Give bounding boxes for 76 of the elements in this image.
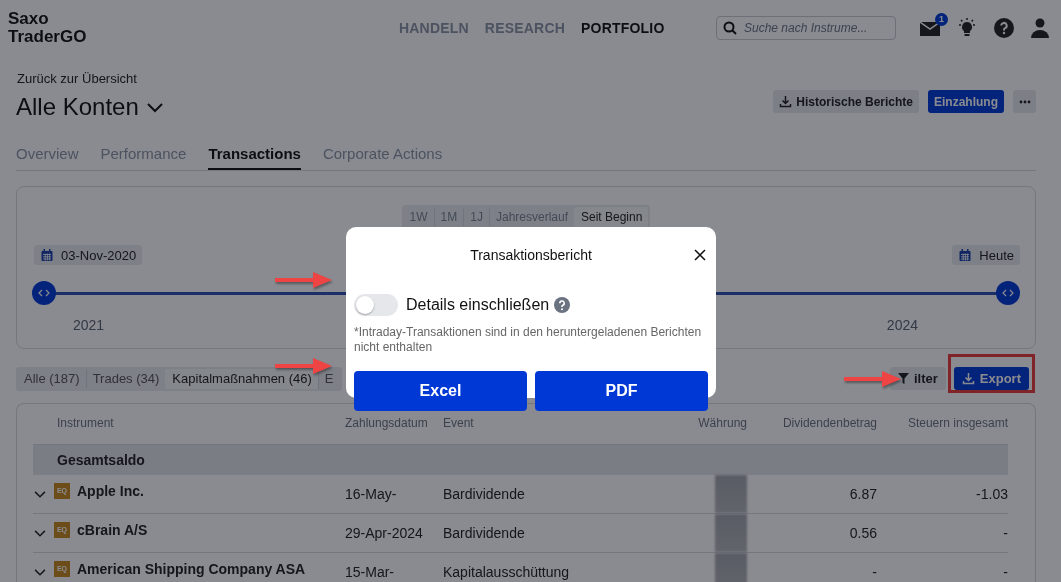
filter-tab[interactable]: Kapitalmaßnahmen (46) <box>165 368 318 389</box>
tab[interactable]: Overview <box>16 144 79 170</box>
help-icon[interactable] <box>994 17 1014 38</box>
date-chip[interactable]: 03-Nov-2020 <box>34 245 143 265</box>
code-arrows-icon <box>38 289 50 297</box>
help-icon <box>554 297 571 313</box>
table-cell-text: 16-May- <box>345 486 398 502</box>
table-cell-text: -1.03 <box>975 486 1008 502</box>
tab[interactable]: Performance <box>100 144 187 170</box>
table-cell-text: 0.56 <box>848 525 877 541</box>
more-button[interactable] <box>1013 90 1036 113</box>
redacted-block <box>715 475 747 513</box>
dialog-title: Transaktionsbericht <box>470 247 592 263</box>
table-cell-text: 15-Mar- <box>345 564 395 580</box>
slider-handle[interactable] <box>996 281 1020 305</box>
instrument-name: American Shipping Company ASA <box>77 561 306 577</box>
callout-arrow <box>274 270 334 290</box>
column-header: Event <box>443 416 475 432</box>
column-header: Steuern insgesamt <box>906 416 1008 432</box>
logo: Saxo TraderGO <box>8 9 87 46</box>
date-chip[interactable]: Heute <box>952 245 1020 265</box>
deposit-button[interactable]: Einzahlung <box>928 90 1004 113</box>
back-link[interactable]: Zurück zur Übersicht <box>17 71 137 86</box>
table-cell-text: - <box>1002 525 1008 541</box>
slider-handle[interactable] <box>32 281 56 305</box>
calendar-icon <box>40 248 54 262</box>
total-row: Gesamtsaldo <box>33 445 1008 475</box>
column-header: Instrument <box>56 416 115 432</box>
redacted-block <box>715 514 747 552</box>
period-option[interactable]: Seit Beginn <box>574 207 649 227</box>
table-cell-text: Kapitalausschüttung <box>443 564 571 580</box>
filter-tab[interactable]: Alle (187) <box>18 368 86 389</box>
column-header: Dividendenbetrag <box>781 416 877 432</box>
search-field[interactable]: Suche nach Instrume... <box>716 15 896 40</box>
instrument-name: cBrain A/S <box>77 522 148 538</box>
tab[interactable]: Transactions <box>208 144 301 170</box>
year-label: 2024 <box>886 317 918 333</box>
user-icon[interactable] <box>1031 17 1049 38</box>
table-cell-text: 29-Apr-2024 <box>345 525 424 541</box>
close-icon <box>694 249 706 261</box>
export-button[interactable]: Export <box>953 367 1029 390</box>
instrument-name: Apple Inc. <box>77 483 144 499</box>
search-icon <box>723 20 737 35</box>
download-format-button[interactable]: PDF <box>535 371 708 411</box>
period-option[interactable]: 1W <box>403 207 434 227</box>
lightbulb-icon[interactable] <box>957 17 977 38</box>
code-arrows-icon <box>1002 289 1014 297</box>
download-format-button[interactable]: Excel <box>354 371 527 411</box>
dots-icon <box>1018 99 1031 104</box>
table-cell-text: - <box>1002 564 1008 580</box>
column-header: Währung <box>697 416 747 432</box>
callout-arrow <box>843 369 903 389</box>
tab[interactable]: Corporate Actions <box>322 144 443 170</box>
info-note: *Intraday-Transaktionen sind in den heruntergeladenen Berichten nicht enthalten <box>354 325 703 355</box>
download-icon <box>779 95 793 108</box>
table-cell-text: - <box>871 564 877 580</box>
toggle-label: Details einschließen <box>406 296 550 314</box>
download-icon <box>961 372 975 385</box>
year-label: 2021 <box>73 317 105 333</box>
nav-link[interactable]: PORTFOLIO <box>581 19 665 36</box>
account-selector[interactable]: Alle Konten <box>16 92 165 122</box>
callout-arrow <box>274 356 334 376</box>
redacted-block <box>715 553 747 582</box>
notification-badge: 1 <box>935 12 948 26</box>
table-cell-text: 6.87 <box>848 486 877 502</box>
table-cell-text: Bardividende <box>443 525 526 541</box>
mail-icon[interactable] <box>920 19 940 36</box>
nav-link[interactable]: HANDELN <box>399 19 469 36</box>
calendar-icon <box>958 248 973 262</box>
funnel-icon <box>898 373 909 384</box>
column-header: Zahlungsdatum <box>345 416 429 432</box>
filter-button[interactable]: ilter <box>890 367 946 390</box>
toggle-switch[interactable] <box>354 294 398 316</box>
reports-button[interactable]: Historische Berichte <box>773 90 919 113</box>
table-cell-text: Bardividende <box>443 486 526 502</box>
nav-link[interactable]: RESEARCH <box>484 19 565 36</box>
